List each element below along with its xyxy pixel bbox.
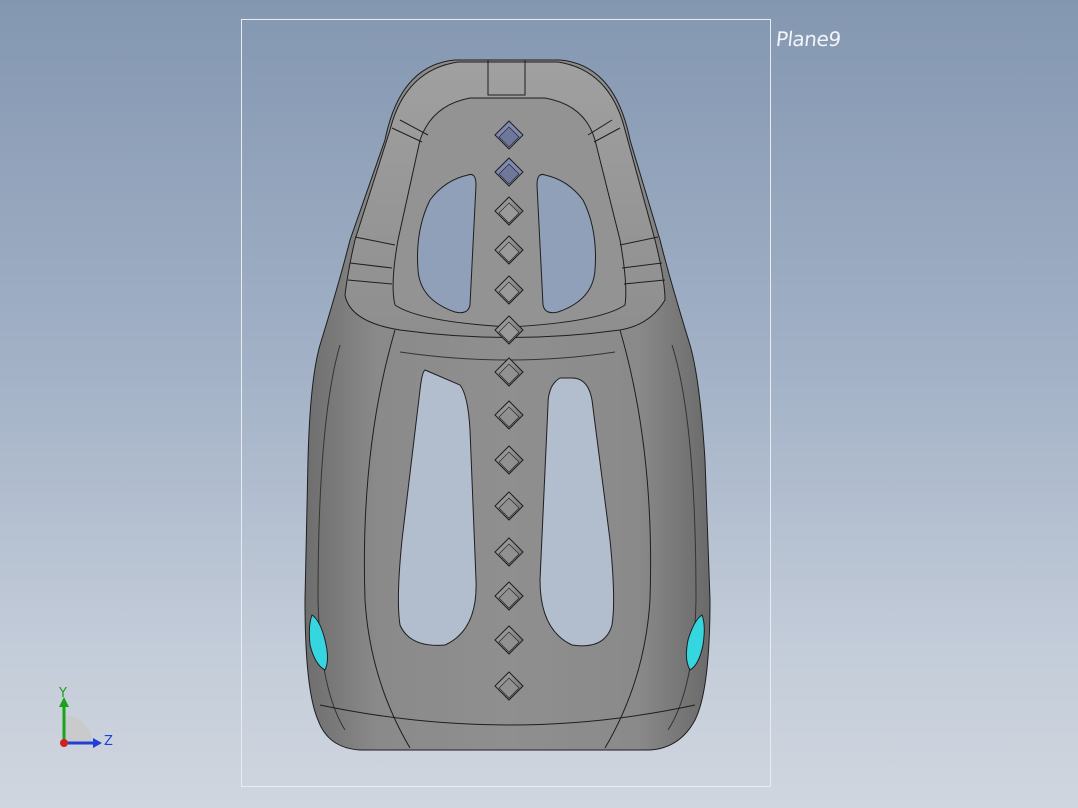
triad-origin xyxy=(60,739,68,747)
triad-plane-quadrant xyxy=(64,715,92,743)
graphics-viewport[interactable]: Plane9 Y Z xyxy=(0,0,1078,808)
reference-triad[interactable]: Y Z xyxy=(50,685,130,755)
z-axis-label: Z xyxy=(104,734,113,749)
y-axis-label: Y xyxy=(58,686,67,701)
seat-shell-model[interactable] xyxy=(0,0,1078,808)
